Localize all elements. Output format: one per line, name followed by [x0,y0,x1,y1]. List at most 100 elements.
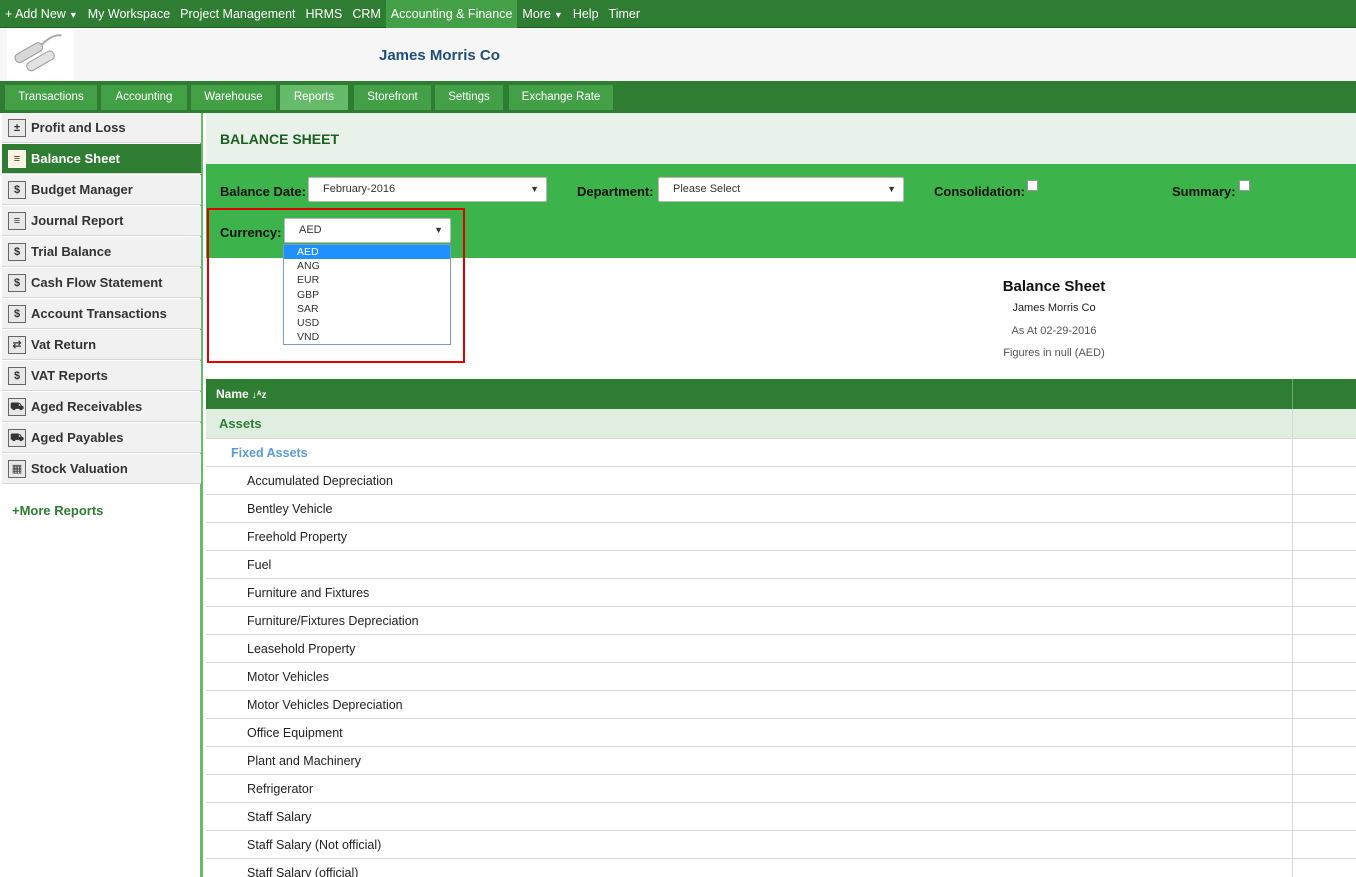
tab-storefront[interactable]: Storefront [354,85,431,110]
dollar-icon: $ [8,273,26,292]
chevron-down-icon: ▼ [530,184,539,194]
column-divider [1292,775,1293,803]
column-divider [1292,859,1293,877]
sidebar-item-trial-balance[interactable]: $ Trial Balance [2,237,201,267]
tab-exchange-rate[interactable]: Exchange Rate [509,85,613,110]
table-row[interactable]: Staff Salary [206,803,1356,831]
currency-dropdown-list: AED ANG EUR GBP SAR USD VND [283,244,451,345]
column-divider [1292,663,1293,691]
table-row[interactable]: Furniture and Fixtures [206,579,1356,607]
currency-option[interactable]: SAR [284,302,450,316]
sidebar-item-budget-manager[interactable]: $ Budget Manager [2,175,201,205]
calculator-icon: ± [8,118,26,137]
main-content: BALANCE SHEET Balance Date: February-201… [206,113,1356,877]
column-divider [1292,467,1293,495]
chevron-down-icon: ▼ [553,9,563,20]
table-header-name[interactable]: Name ↓ᴬz [206,379,1356,409]
sidebar-item-vat-reports[interactable]: $ VAT Reports [2,361,201,391]
balance-sheet-icon: ≡ [8,149,26,168]
chevron-down-icon: ▼ [68,9,78,20]
payables-icon: ⛟ [8,428,26,447]
sidebar-item-aged-payables[interactable]: ⛟ Aged Payables [2,423,201,453]
consolidation-label: Consolidation: [934,184,1025,199]
tab-warehouse[interactable]: Warehouse [191,85,276,110]
summary-label: Summary: [1172,184,1236,199]
nav-project-management[interactable]: Project Management [175,0,300,28]
reports-sidebar: ± Profit and Loss ≡ Balance Sheet $ Budget … [0,113,203,877]
table-group-row: Assets [206,409,1356,439]
sidebar-item-profit-and-loss[interactable]: ± Profit and Loss [2,113,201,143]
column-divider [1292,747,1293,775]
table-row[interactable]: Bentley Vehicle [206,495,1356,523]
app-header: James Morris Co [0,28,1356,81]
column-divider [1292,495,1293,523]
currency-option[interactable]: USD [284,316,450,330]
table-row[interactable]: Staff Salary (Not official) [206,831,1356,859]
column-divider [1292,409,1293,437]
summary-checkbox[interactable] [1239,180,1250,191]
journal-icon: ≡ [8,211,26,230]
currency-option[interactable]: ANG [284,259,450,273]
column-divider [1292,379,1293,409]
module-tabs: Transactions Accounting Warehouse Report… [0,81,1356,113]
sidebar-item-aged-receivables[interactable]: ⛟ Aged Receivables [2,392,201,422]
currency-option[interactable]: AED [284,245,450,260]
column-divider [1292,439,1293,467]
sidebar-item-journal-report[interactable]: ≡ Journal Report [2,206,201,236]
sidebar-item-balance-sheet[interactable]: ≡ Balance Sheet [2,144,201,174]
chevron-down-icon: ▼ [887,184,896,194]
nav-hrms[interactable]: HRMS [301,0,348,28]
sidebar-item-account-transactions[interactable]: $ Account Transactions [2,299,201,329]
table-row[interactable]: Plant and Machinery [206,747,1356,775]
top-nav: + Add New ▼ My Workspace Project Manageme… [0,0,1356,28]
table-row[interactable]: Freehold Property [206,523,1356,551]
table-row[interactable]: Fuel [206,551,1356,579]
receivables-icon: ⛟ [8,397,26,416]
stock-icon: ▦ [8,459,26,478]
table-row[interactable]: Refrigerator [206,775,1356,803]
tab-transactions[interactable]: Transactions [5,85,97,110]
table-row[interactable]: Accumulated Depreciation [206,467,1356,495]
nav-help[interactable]: Help [568,0,604,28]
department-select[interactable]: Please Select ▼ [658,177,904,202]
department-label: Department: [577,184,654,199]
table-subgroup-row: Fixed Assets [206,439,1356,467]
more-reports-link[interactable]: +More Reports [12,503,103,518]
nav-crm[interactable]: CRM [347,0,385,28]
sidebar-item-vat-return[interactable]: ⇄ Vat Return [2,330,201,360]
table-row[interactable]: Leasehold Property [206,635,1356,663]
table-row[interactable]: Office Equipment [206,719,1356,747]
table-row[interactable]: Motor Vehicles [206,663,1356,691]
nav-timer[interactable]: Timer [604,0,645,28]
table-row[interactable]: Furniture/Fixtures Depreciation [206,607,1356,635]
column-divider [1292,523,1293,551]
column-divider [1292,831,1293,859]
tab-reports[interactable]: Reports [280,85,348,110]
page-title-bar: BALANCE SHEET [206,113,1356,164]
transactions-icon: $ [8,304,26,323]
tab-accounting[interactable]: Accounting [101,85,187,110]
column-divider [1292,691,1293,719]
consolidation-checkbox[interactable] [1027,180,1038,191]
sidebar-item-cash-flow-statement[interactable]: $ Cash Flow Statement [2,268,201,298]
vat-reports-icon: $ [8,366,26,385]
currency-option[interactable]: VND [284,330,450,344]
sidebar-item-stock-valuation[interactable]: ▦ Stock Valuation [2,454,201,484]
nav-accounting-finance[interactable]: Accounting & Finance [385,0,518,28]
nav-my-workspace[interactable]: My Workspace [83,0,175,28]
column-divider [1292,551,1293,579]
nav-more[interactable]: More ▼ [517,0,567,28]
currency-option[interactable]: EUR [284,273,450,287]
company-name: James Morris Co [379,47,500,64]
column-divider [1292,719,1293,747]
currency-option[interactable]: GBP [284,288,450,302]
sort-icon[interactable]: ↓ᴬz [252,390,267,401]
table-row[interactable]: Staff Salary (official) [206,859,1356,877]
page-title: BALANCE SHEET [220,131,340,147]
balance-date-select[interactable]: February-2016 ▼ [308,177,547,202]
dollar-icon: $ [8,242,26,261]
tab-settings[interactable]: Settings [435,85,503,110]
table-row[interactable]: Motor Vehicles Depreciation [206,691,1356,719]
column-divider [1292,579,1293,607]
add-new-menu[interactable]: + Add New ▼ [0,0,83,28]
